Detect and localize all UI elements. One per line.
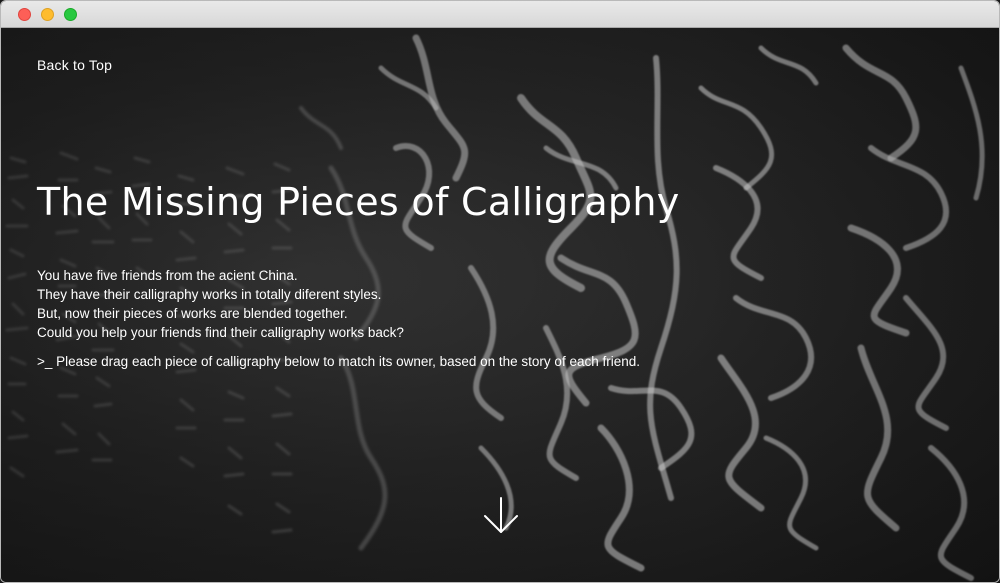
intro-line: They have their calligraphy works in tot…	[37, 287, 382, 302]
drag-instruction: >_ Please drag each piece of calligraphy…	[37, 354, 640, 369]
close-window-button[interactable]	[18, 8, 31, 21]
intro-text: You have five friends from the acient Ch…	[37, 266, 797, 342]
maximize-window-button[interactable]	[64, 8, 77, 21]
intro-line: You have five friends from the acient Ch…	[37, 268, 298, 283]
intro-line: But, now their pieces of works are blend…	[37, 306, 348, 321]
back-to-top-link[interactable]: Back to Top	[37, 57, 112, 73]
browser-window: Back to Top The Missing Pieces of Callig…	[0, 0, 1000, 583]
intro-line: Could you help your friends find their c…	[37, 325, 404, 340]
window-titlebar	[1, 1, 999, 28]
minimize-window-button[interactable]	[41, 8, 54, 21]
page-title: The Missing Pieces of Calligraphy	[37, 180, 680, 224]
hero-section: Back to Top The Missing Pieces of Callig…	[1, 28, 999, 582]
arrow-down-icon[interactable]	[482, 496, 520, 536]
